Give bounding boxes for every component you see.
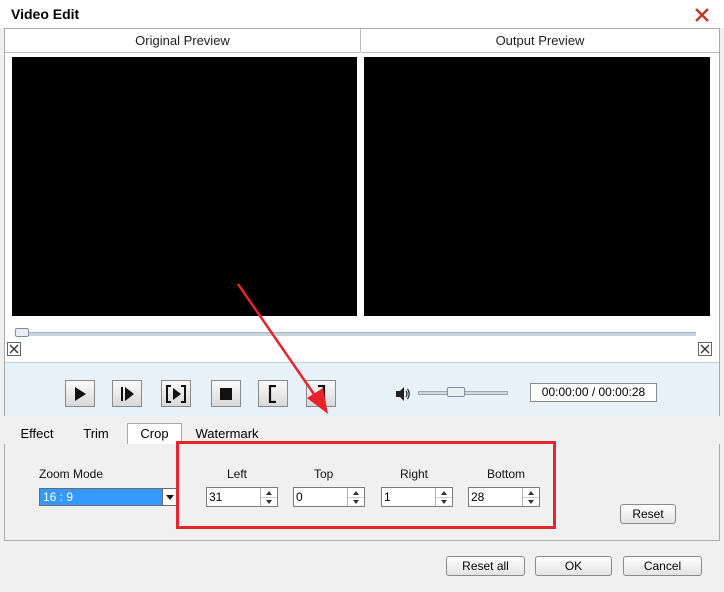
time-display: 00:00:00 / 00:00:28 xyxy=(530,383,657,402)
zoom-mode-select[interactable]: 16 : 9 xyxy=(39,488,163,506)
close-button[interactable] xyxy=(692,5,712,25)
trim-end-scissor-icon[interactable] xyxy=(698,342,712,356)
stop-icon xyxy=(220,387,232,400)
next-frame-icon xyxy=(121,386,134,401)
original-preview-header: Original Preview xyxy=(5,29,360,53)
tab-trim[interactable]: Trim xyxy=(74,424,118,444)
crop-reset-button[interactable]: Reset xyxy=(620,504,676,524)
volume-icon[interactable] xyxy=(395,386,411,402)
set-start-button[interactable] xyxy=(258,380,288,407)
ok-button[interactable]: OK xyxy=(535,556,612,576)
original-preview-screen xyxy=(12,57,357,316)
annotation-highlight-box xyxy=(176,441,556,529)
title-bar xyxy=(0,0,724,28)
set-end-button[interactable] xyxy=(306,380,336,407)
tab-effect[interactable]: Effect xyxy=(12,424,62,444)
play-icon xyxy=(75,386,86,401)
timeline-track[interactable] xyxy=(15,332,696,336)
window-title: Video Edit xyxy=(11,6,80,22)
bracket-right-icon xyxy=(318,384,326,403)
bracket-left-icon xyxy=(268,384,276,403)
output-preview-screen xyxy=(364,57,710,316)
timeline-area xyxy=(5,318,719,362)
play-button[interactable] xyxy=(65,380,95,407)
zoom-mode-label: Zoom Mode xyxy=(39,467,104,481)
close-icon xyxy=(695,8,709,22)
chevron-down-icon xyxy=(165,494,174,500)
tab-crop[interactable]: Crop xyxy=(127,423,182,445)
zoom-mode-dropdown-button[interactable] xyxy=(163,488,177,506)
stop-button[interactable] xyxy=(211,380,241,407)
volume-thumb[interactable] xyxy=(446,387,465,397)
output-preview-header: Output Preview xyxy=(361,29,719,53)
next-frame-button[interactable] xyxy=(112,380,142,407)
reset-all-button[interactable]: Reset all xyxy=(446,556,525,576)
cancel-button[interactable]: Cancel xyxy=(623,556,702,576)
timeline-handle[interactable] xyxy=(15,328,29,337)
play-selection-icon xyxy=(166,384,186,403)
trim-start-scissor-icon[interactable] xyxy=(7,342,21,356)
play-selection-button[interactable] xyxy=(161,380,191,407)
